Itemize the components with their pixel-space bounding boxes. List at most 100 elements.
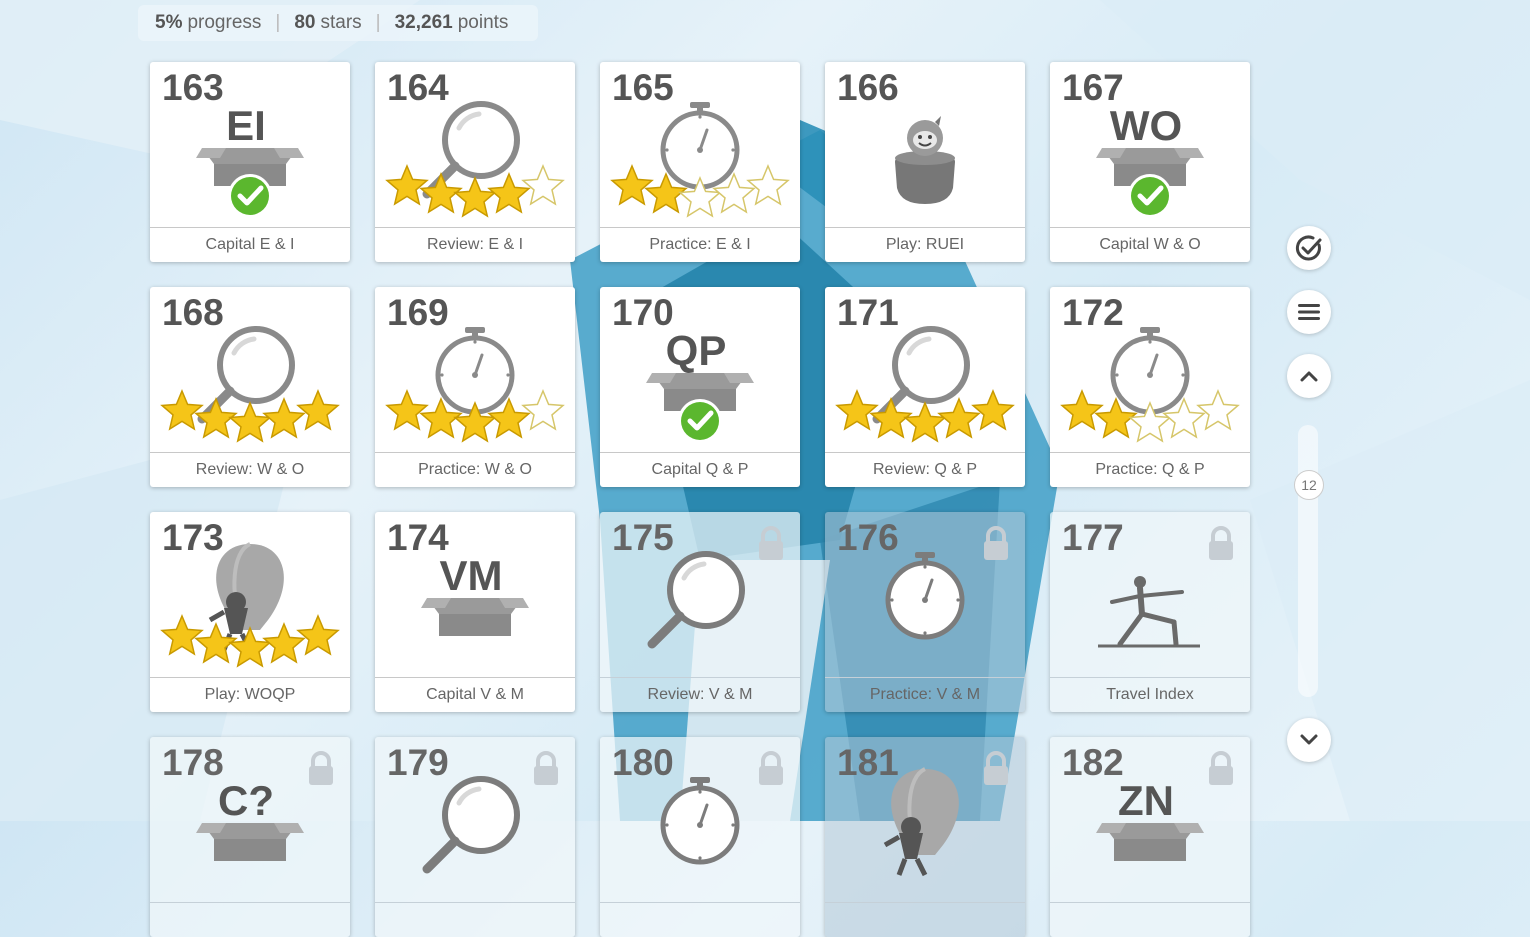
level-label: Review: W & O: [150, 452, 350, 487]
level-card-166[interactable]: 166 Play: RUEI: [825, 62, 1025, 262]
svg-text:ZN: ZN: [1118, 777, 1174, 824]
letter-box-icon: VM: [421, 552, 529, 636]
level-card-180: 180: [600, 737, 800, 937]
stars-stat: 80 stars: [294, 12, 361, 34]
points-value: 32,261: [394, 12, 453, 33]
stars-value: 80: [294, 12, 316, 33]
star-filled-icon: [228, 401, 272, 443]
star-filled-icon: [937, 397, 981, 439]
letter-box-icon: QP: [646, 327, 754, 411]
level-card-182: ZN 182: [1050, 737, 1250, 937]
level-number: 177: [1062, 517, 1124, 558]
stopwatch-icon: [435, 327, 515, 415]
level-label: Review: E & I: [375, 227, 575, 262]
divider: |: [275, 12, 281, 33]
menu-button[interactable]: [1287, 290, 1331, 334]
check-circle-icon: [1295, 235, 1322, 261]
level-label: Practice: Q & P: [1050, 452, 1250, 487]
level-label: Capital E & I: [150, 227, 350, 262]
scroll-down-button[interactable]: [1287, 718, 1331, 762]
level-label: Practice: W & O: [375, 452, 575, 487]
star-filled-icon: [262, 397, 306, 439]
level-label: Play: WOQP: [150, 677, 350, 712]
chevron-down-icon: [1300, 734, 1318, 745]
level-label: [150, 902, 350, 937]
level-number: 165: [612, 67, 674, 108]
scroll-up-button[interactable]: [1287, 354, 1331, 398]
level-card-173[interactable]: 173 Play: WOQP: [150, 512, 350, 712]
star-filled-icon: [296, 389, 340, 431]
level-number: 178: [162, 742, 224, 783]
svg-text:QP: QP: [666, 327, 727, 374]
level-number: 164: [387, 67, 449, 108]
letter-box-icon: C?: [196, 777, 304, 861]
scroll-indicator[interactable]: 12: [1294, 470, 1324, 500]
level-card-174[interactable]: VM 174 Capital V & M: [375, 512, 575, 712]
star-filled-icon: [487, 172, 531, 214]
level-card-164[interactable]: 164 Review: E & I: [375, 62, 575, 262]
stopwatch-icon: [1110, 327, 1190, 415]
level-label: Review: V & M: [600, 677, 800, 712]
lock-icon: [1209, 526, 1233, 560]
lock-icon: [1209, 751, 1233, 785]
check-button[interactable]: [1287, 226, 1331, 270]
level-number: 166: [837, 67, 899, 108]
level-card-179: 179: [375, 737, 575, 937]
level-label: Review: Q & P: [825, 452, 1025, 487]
level-card-181: 181: [825, 737, 1025, 937]
lock-icon: [759, 751, 783, 785]
level-number: 167: [1062, 67, 1124, 108]
lock-icon: [534, 751, 558, 785]
stopwatch-icon: [660, 102, 740, 190]
level-number: 180: [612, 742, 674, 783]
star-filled-icon: [903, 401, 947, 443]
level-label: Capital W & O: [1050, 227, 1250, 262]
level-label: [1050, 902, 1250, 937]
level-card-170[interactable]: QP 170 Capital Q & P: [600, 287, 800, 487]
level-label: Capital V & M: [375, 677, 575, 712]
level-label: Travel Index: [1050, 677, 1250, 712]
level-card-163[interactable]: EI 163 Capital E & I: [150, 62, 350, 262]
level-card-165[interactable]: 165 Practice: E & I: [600, 62, 800, 262]
yoga-pose-icon: [1098, 576, 1200, 648]
level-number: 174: [387, 517, 449, 558]
level-card-169[interactable]: 169 Practice: W & O: [375, 287, 575, 487]
star-empty-icon: [521, 164, 565, 206]
stopwatch-icon: [660, 777, 740, 865]
star-filled-icon: [160, 614, 204, 656]
ninja-jar-icon: [895, 116, 955, 204]
letter-box-icon: EI: [196, 102, 304, 186]
letter-box-icon: ZN: [1096, 777, 1204, 861]
level-label: Capital Q & P: [600, 452, 800, 487]
level-card-167[interactable]: WO 167 Capital W & O: [1050, 62, 1250, 262]
level-number: 163: [162, 67, 224, 108]
completed-check-icon: [1128, 174, 1172, 218]
level-card-171[interactable]: 171 Review: Q & P: [825, 287, 1025, 487]
points-label: points: [457, 12, 509, 33]
magnifier-icon: [647, 551, 745, 649]
level-card-172[interactable]: 172 Practice: Q & P: [1050, 287, 1250, 487]
level-label: [825, 902, 1025, 937]
level-card-176: 176 Practice: V & M: [825, 512, 1025, 712]
menu-icon: [1298, 304, 1320, 320]
scroll-track[interactable]: [1298, 425, 1318, 697]
star-filled-icon: [296, 614, 340, 656]
star-filled-icon: [835, 389, 879, 431]
magnifier-icon: [422, 776, 520, 874]
star-empty-icon: [746, 164, 790, 206]
level-label: [600, 902, 800, 937]
completed-check-icon: [678, 399, 722, 443]
lock-icon: [984, 751, 1008, 785]
star-empty-icon: [1196, 389, 1240, 431]
level-card-168[interactable]: 168 Review: W & O: [150, 287, 350, 487]
balloon-ninja-icon: [883, 767, 959, 877]
star-filled-icon: [160, 389, 204, 431]
level-label: [375, 902, 575, 937]
level-number: 170: [612, 292, 674, 333]
level-number: 172: [1062, 292, 1124, 333]
stats-bar: 5% progress | 80 stars | 32,261 points: [138, 5, 538, 41]
level-label: Play: RUEI: [825, 227, 1025, 262]
level-number: 181: [837, 742, 899, 783]
star-filled-icon: [453, 176, 497, 218]
divider: |: [375, 12, 381, 33]
